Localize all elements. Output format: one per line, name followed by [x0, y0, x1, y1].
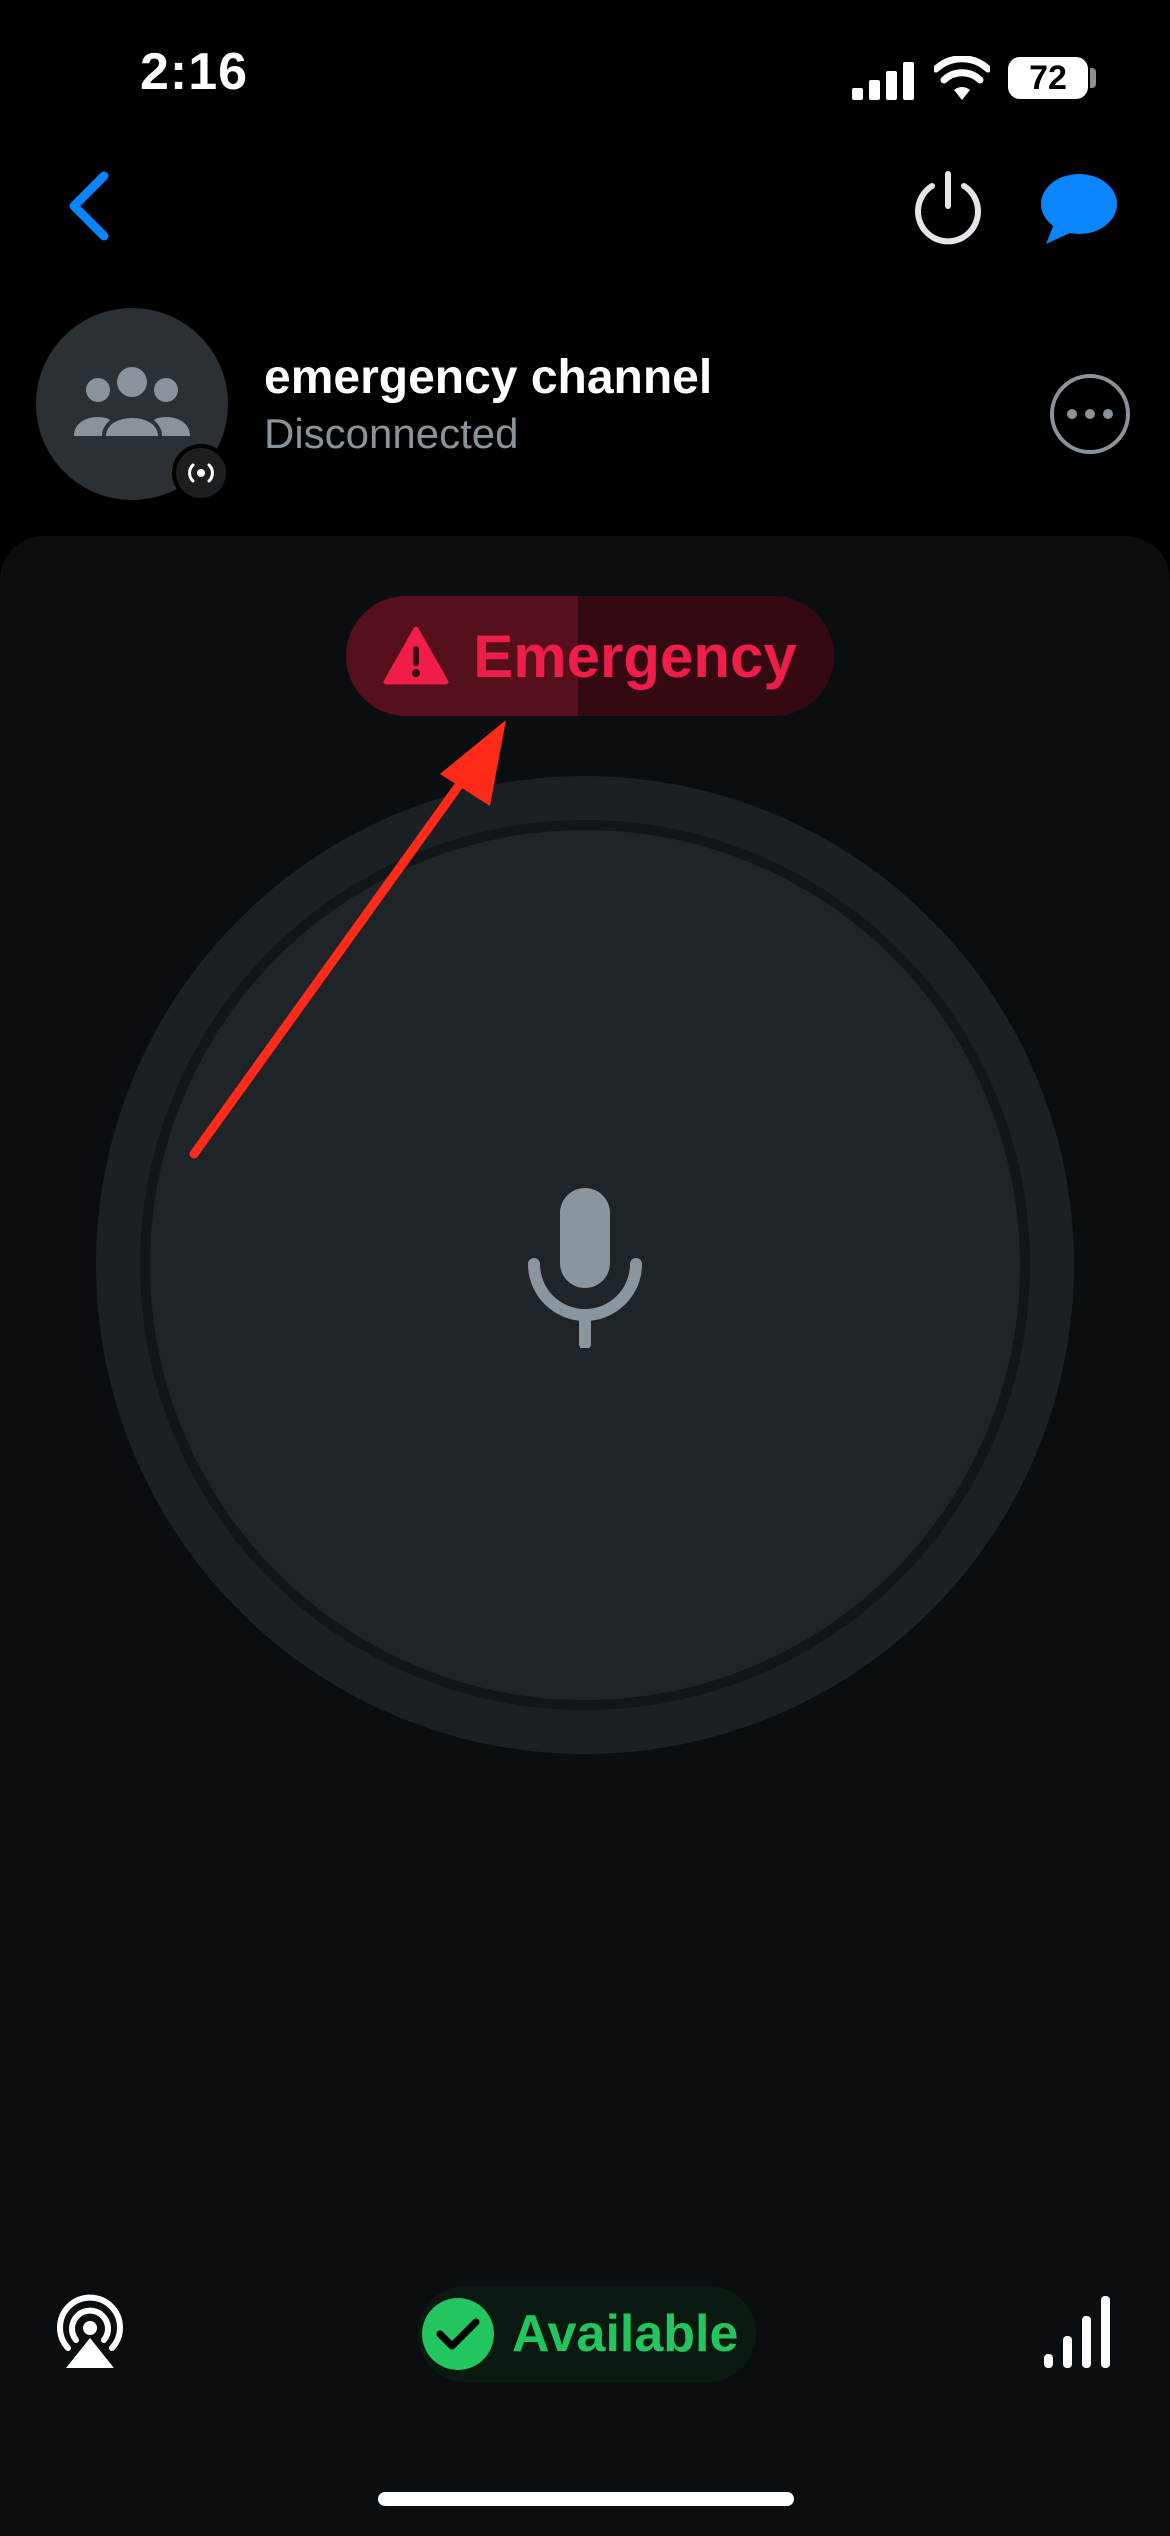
emergency-button[interactable]: Emergency: [346, 596, 834, 716]
power-icon[interactable]: [908, 170, 988, 250]
more-dot: [1103, 409, 1113, 419]
more-dot: [1085, 409, 1095, 419]
emergency-label: Emergency: [473, 622, 797, 690]
group-icon: [74, 367, 190, 436]
chat-bubble-icon[interactable]: [1038, 172, 1120, 246]
battery-indicator: 72: [1008, 57, 1088, 99]
checkmark-icon: [422, 2298, 494, 2370]
cellular-signal-icon: [852, 62, 914, 100]
battery-level: 72: [1029, 58, 1067, 97]
wifi-icon: [934, 56, 990, 100]
status-time: 2:16: [140, 43, 249, 101]
home-indicator[interactable]: [378, 2492, 794, 2506]
availability-label: Available: [512, 2305, 739, 2363]
annotation-arrow: [189, 720, 506, 1159]
channel-name: emergency channel: [264, 351, 713, 404]
more-dot: [1067, 409, 1077, 419]
microphone-icon: [528, 1188, 642, 1348]
airplay-icon[interactable]: [52, 2294, 128, 2370]
broadcast-icon: [188, 463, 214, 483]
avatar-badge: [172, 444, 230, 502]
channel-status: Disconnected: [264, 410, 519, 457]
availability-status[interactable]: Available: [418, 2286, 756, 2382]
signal-bars-icon: [1044, 2296, 1110, 2368]
warning-triangle-icon: [383, 626, 449, 685]
chevron-left-icon[interactable]: [60, 170, 120, 242]
more-options-button[interactable]: [1050, 374, 1130, 454]
battery-cap: [1090, 68, 1096, 88]
